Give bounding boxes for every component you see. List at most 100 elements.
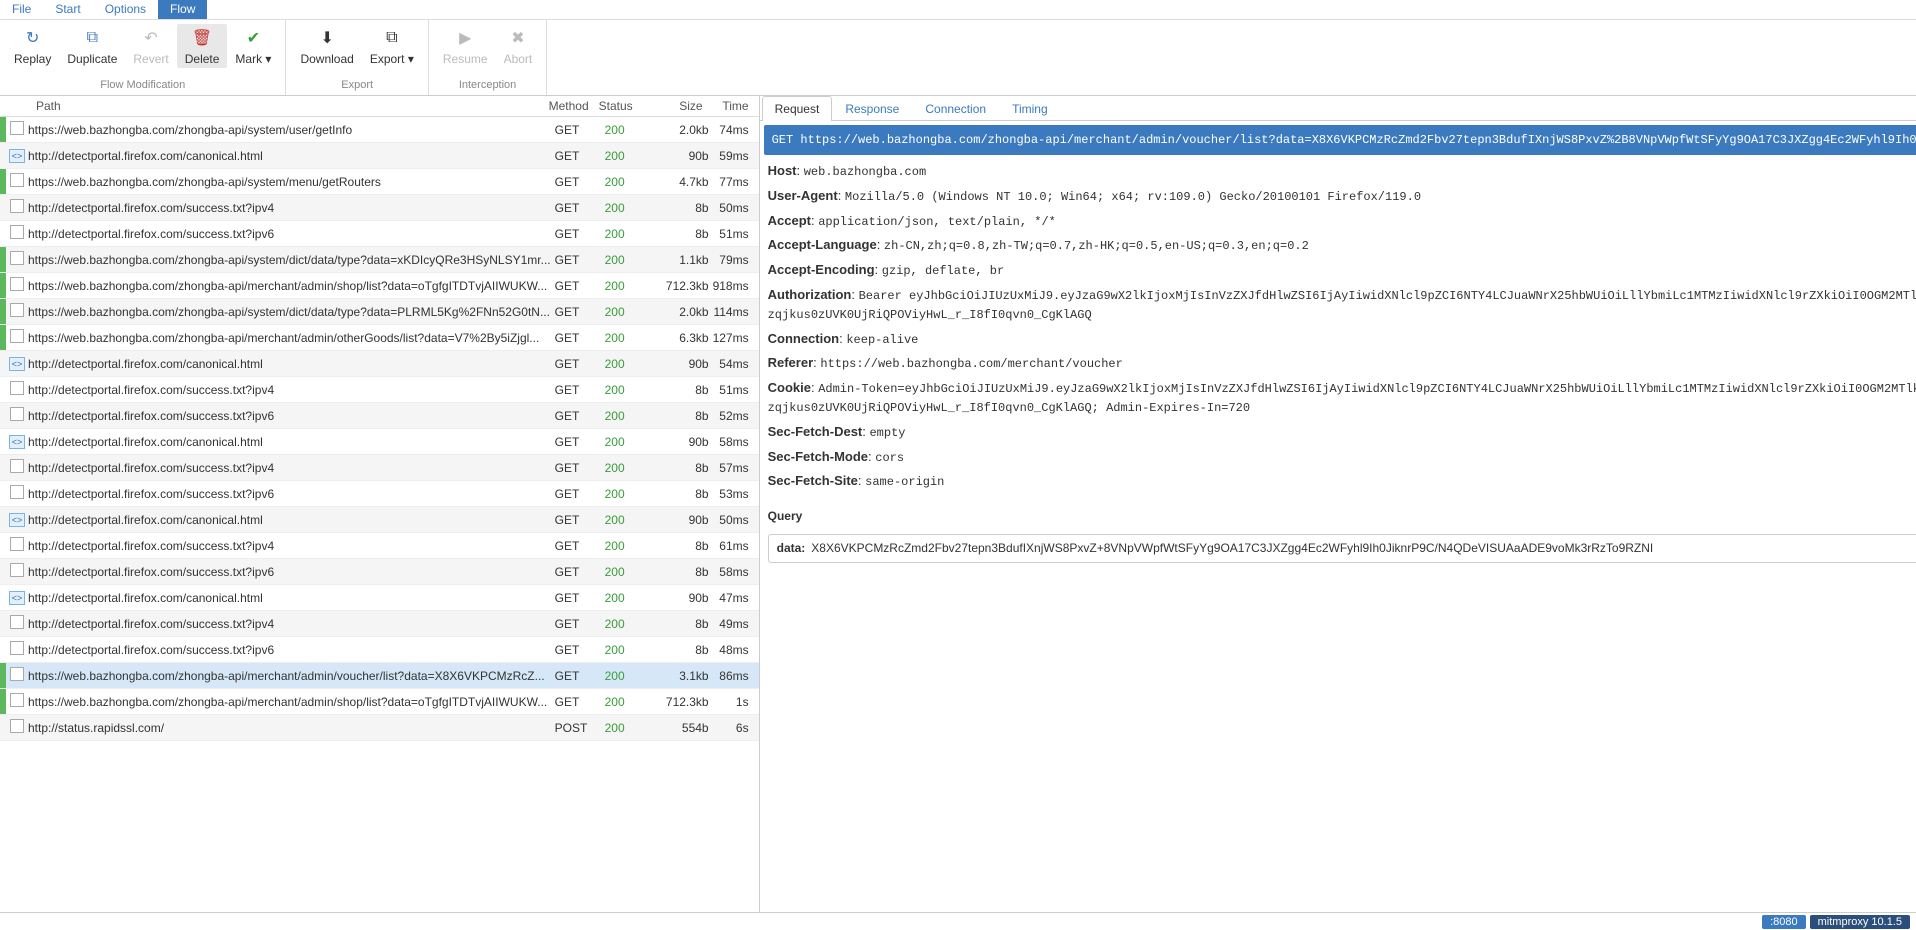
header-key: Accept-Encoding bbox=[768, 262, 875, 277]
flow-row[interactable]: http://detectportal.firefox.com/success.… bbox=[0, 221, 759, 247]
flow-time: 1s bbox=[709, 695, 759, 709]
flow-size: 712.3kb bbox=[653, 695, 709, 709]
flow-row[interactable]: https://web.bazhongba.com/zhongba-api/me… bbox=[0, 663, 759, 689]
menu-options[interactable]: Options bbox=[93, 0, 158, 19]
flow-row[interactable]: http://status.rapidssl.com/POST200554b6s bbox=[0, 715, 759, 741]
header-row[interactable]: User-Agent: Mozilla/5.0 (Windows NT 10.0… bbox=[768, 184, 1916, 209]
header-key: Host bbox=[768, 163, 797, 178]
header-row[interactable]: Accept-Encoding: gzip, deflate, br bbox=[768, 258, 1916, 283]
mark-button[interactable]: ✔Mark ▾ bbox=[227, 24, 279, 68]
header-row[interactable]: Authorization: Bearer eyJhbGciOiJIUzUxMi… bbox=[768, 283, 1916, 327]
header-row[interactable]: Connection: keep-alive bbox=[768, 327, 1916, 352]
header-row[interactable]: Sec-Fetch-Site: same-origin bbox=[768, 469, 1916, 494]
flow-row[interactable]: http://detectportal.firefox.com/success.… bbox=[0, 611, 759, 637]
header-row[interactable]: Sec-Fetch-Mode: cors bbox=[768, 445, 1916, 470]
query-box[interactable]: data:X8X6VKPCMzRcZmd2Fbv27tepn3BdufIXnjW… bbox=[768, 534, 1916, 563]
flow-status: 200 bbox=[605, 279, 653, 293]
header-value: Bearer eyJhbGciOiJIUzUxMiJ9.eyJzaG9wX2lk… bbox=[768, 289, 1916, 322]
replay-icon: ↻ bbox=[26, 26, 39, 50]
flow-row[interactable]: https://web.bazhongba.com/zhongba-api/sy… bbox=[0, 247, 759, 273]
flow-row[interactable]: <>http://detectportal.firefox.com/canoni… bbox=[0, 351, 759, 377]
tab-response[interactable]: Response bbox=[832, 96, 912, 121]
query-section: Query ✎ Edit ⬆ Replace 👁 View: auto ▾ da… bbox=[768, 502, 1916, 570]
flow-row[interactable]: http://detectportal.firefox.com/success.… bbox=[0, 559, 759, 585]
tab-timing[interactable]: Timing bbox=[999, 96, 1061, 121]
flow-method: POST bbox=[555, 721, 605, 735]
flow-row[interactable]: https://web.bazhongba.com/zhongba-api/sy… bbox=[0, 169, 759, 195]
flow-row[interactable]: https://web.bazhongba.com/zhongba-api/me… bbox=[0, 273, 759, 299]
menu-file[interactable]: File bbox=[0, 0, 43, 19]
query-scroll[interactable] bbox=[768, 569, 1916, 570]
revert-icon: ↶ bbox=[144, 26, 157, 50]
flow-size: 8b bbox=[653, 201, 709, 215]
col-time[interactable]: Time bbox=[703, 99, 753, 113]
flow-time: 86ms bbox=[709, 669, 759, 683]
flow-row[interactable]: http://detectportal.firefox.com/success.… bbox=[0, 403, 759, 429]
flow-row[interactable]: <>http://detectportal.firefox.com/canoni… bbox=[0, 585, 759, 611]
flow-row[interactable]: <>http://detectportal.firefox.com/canoni… bbox=[0, 507, 759, 533]
flow-type-icon bbox=[6, 225, 28, 242]
header-row[interactable]: Host: web.bazhongba.com bbox=[768, 159, 1916, 184]
flow-row[interactable]: http://detectportal.firefox.com/success.… bbox=[0, 455, 759, 481]
flow-size: 8b bbox=[653, 617, 709, 631]
request-line[interactable]: GET https://web.bazhongba.com/zhongba-ap… bbox=[764, 125, 1916, 155]
flow-method: GET bbox=[555, 695, 605, 709]
header-row[interactable]: Referer: https://web.bazhongba.com/merch… bbox=[768, 351, 1916, 376]
duplicate-button[interactable]: ⧉Duplicate bbox=[59, 24, 125, 68]
flow-method: GET bbox=[555, 357, 605, 371]
flow-path: http://detectportal.firefox.com/canonica… bbox=[28, 149, 555, 163]
flow-type-icon bbox=[6, 251, 28, 268]
delete-button[interactable]: 🗑Delete bbox=[177, 24, 228, 68]
flow-status: 200 bbox=[605, 383, 653, 397]
flow-path: http://detectportal.firefox.com/canonica… bbox=[28, 435, 555, 449]
flow-status: 200 bbox=[605, 539, 653, 553]
flow-method: GET bbox=[555, 669, 605, 683]
flow-row[interactable]: http://detectportal.firefox.com/success.… bbox=[0, 377, 759, 403]
menu-start[interactable]: Start bbox=[43, 0, 92, 19]
col-status[interactable]: Status bbox=[599, 99, 647, 113]
col-method[interactable]: Method bbox=[549, 99, 599, 113]
flow-row[interactable]: https://web.bazhongba.com/zhongba-api/me… bbox=[0, 689, 759, 715]
mark-icon: ✔ bbox=[247, 26, 260, 50]
header-row[interactable]: Accept-Language: zh-CN,zh;q=0.8,zh-TW;q=… bbox=[768, 233, 1916, 258]
tab-connection[interactable]: Connection bbox=[912, 96, 999, 121]
flow-time: 77ms bbox=[709, 175, 759, 189]
header-row[interactable]: Cookie: Admin-Token=eyJhbGciOiJIUzUxMiJ9… bbox=[768, 376, 1916, 420]
flow-path: https://web.bazhongba.com/zhongba-api/me… bbox=[28, 279, 555, 293]
header-value: web.bazhongba.com bbox=[804, 165, 926, 179]
flow-status: 200 bbox=[605, 513, 653, 527]
flow-row[interactable]: <>http://detectportal.firefox.com/canoni… bbox=[0, 143, 759, 169]
flow-row[interactable]: http://detectportal.firefox.com/success.… bbox=[0, 637, 759, 663]
flow-row[interactable]: http://detectportal.firefox.com/success.… bbox=[0, 481, 759, 507]
flow-size: 8b bbox=[653, 539, 709, 553]
flow-row[interactable]: http://detectportal.firefox.com/success.… bbox=[0, 195, 759, 221]
flow-time: 51ms bbox=[709, 227, 759, 241]
replay-button[interactable]: ↻Replay bbox=[6, 24, 59, 68]
flow-time: 50ms bbox=[709, 513, 759, 527]
resume-button: ▶Resume bbox=[435, 24, 496, 68]
flow-method: GET bbox=[555, 617, 605, 631]
flow-row[interactable]: https://web.bazhongba.com/zhongba-api/me… bbox=[0, 325, 759, 351]
menu-flow[interactable]: Flow bbox=[158, 0, 207, 19]
export-button[interactable]: ⧉Export ▾ bbox=[362, 24, 422, 68]
tab-request[interactable]: Request bbox=[762, 96, 833, 121]
header-key: Authorization bbox=[768, 287, 852, 302]
flow-list[interactable]: https://web.bazhongba.com/zhongba-api/sy… bbox=[0, 117, 759, 912]
header-key: User-Agent bbox=[768, 188, 838, 203]
flow-row[interactable]: https://web.bazhongba.com/zhongba-api/sy… bbox=[0, 299, 759, 325]
flow-size: 4.7kb bbox=[653, 175, 709, 189]
header-key: Sec-Fetch-Mode bbox=[768, 449, 868, 464]
header-row[interactable]: Accept: application/json, text/plain, */… bbox=[768, 209, 1916, 234]
flow-path: http://status.rapidssl.com/ bbox=[28, 721, 555, 735]
flow-size: 554b bbox=[653, 721, 709, 735]
header-row[interactable]: Sec-Fetch-Dest: empty bbox=[768, 420, 1916, 445]
flow-row[interactable]: https://web.bazhongba.com/zhongba-api/sy… bbox=[0, 117, 759, 143]
flow-time: 6s bbox=[709, 721, 759, 735]
col-path[interactable]: Path bbox=[6, 99, 549, 113]
flow-time: 918ms bbox=[709, 279, 759, 293]
download-button[interactable]: ⬇Download bbox=[292, 24, 361, 68]
col-size[interactable]: Size bbox=[647, 99, 703, 113]
flow-row[interactable]: <>http://detectportal.firefox.com/canoni… bbox=[0, 429, 759, 455]
flow-row[interactable]: http://detectportal.firefox.com/success.… bbox=[0, 533, 759, 559]
flow-status: 200 bbox=[605, 461, 653, 475]
